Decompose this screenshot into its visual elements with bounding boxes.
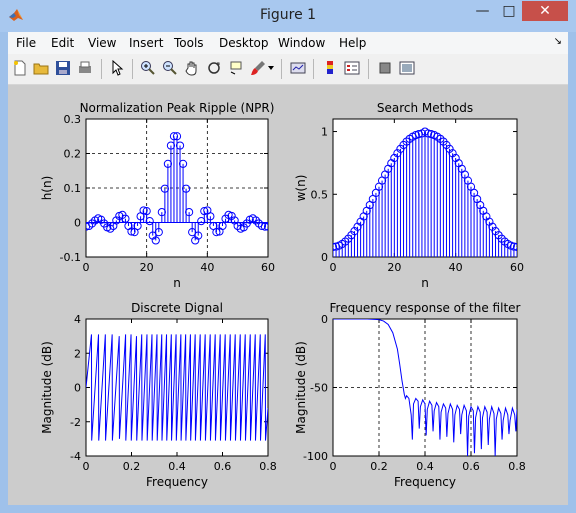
x-tick-label: 60 [510, 261, 524, 274]
menu-edit[interactable]: Edit [51, 36, 74, 50]
zoom-out-icon[interactable] [161, 59, 179, 77]
y-tick-label: 1 [321, 126, 328, 139]
figure-toolbar [8, 54, 568, 85]
y-tick-label: 0.3 [64, 113, 82, 126]
toolbar-separator [101, 59, 102, 79]
x-axis-label: n [173, 276, 181, 290]
plots-svg: 0 20 40 60-0.100.10.20.3Normalization Peak … [40, 101, 526, 489]
x-tick-label: 0.6 [214, 460, 232, 473]
axes-title: Frequency response of the filter [330, 301, 521, 315]
x-axis-label: Frequency [394, 475, 456, 489]
y-tick-label: -2 [70, 416, 81, 429]
save-icon[interactable] [54, 59, 72, 77]
x-tick-label: 0 [330, 261, 337, 274]
x-tick-label: 0.4 [416, 460, 434, 473]
link-plot-icon[interactable] [289, 59, 307, 77]
y-tick-label: 0 [321, 251, 328, 264]
menu-file[interactable]: File [16, 36, 36, 50]
colorbar-icon[interactable] [321, 59, 339, 77]
figure-window: Figure 1 — □ ✕ File Edit View Insert Too… [0, 0, 576, 513]
y-axis-label: w(n) [294, 175, 308, 202]
y-axis-label: h(n) [40, 176, 54, 201]
close-icon: ✕ [539, 3, 551, 19]
x-tick-label: 0 [83, 261, 90, 274]
x-axis-label: Frequency [146, 475, 208, 489]
data-cursor-icon[interactable] [227, 59, 245, 77]
axes-2 [332, 118, 518, 258]
x-tick-label: 0 [330, 460, 337, 473]
toolbar-separator [368, 59, 369, 79]
brush-dropdown-icon[interactable] [266, 59, 276, 77]
x-tick-label: 40 [200, 261, 214, 274]
toolbar-separator [313, 59, 314, 79]
y-tick-label: 2 [74, 347, 81, 360]
y-tick-label: 0.1 [64, 182, 82, 195]
x-tick-label: 0.8 [259, 460, 277, 473]
y-tick-label: 0 [74, 382, 81, 395]
x-tick-label: 0.6 [462, 460, 480, 473]
pointer-icon[interactable] [108, 59, 126, 77]
y-tick-label: -50 [310, 382, 328, 395]
pan-hand-icon[interactable] [183, 59, 201, 77]
maximize-icon: □ [502, 3, 516, 19]
y-tick-label: 0.5 [311, 188, 329, 201]
menu-desktop[interactable]: Desktop [219, 36, 269, 50]
x-tick-label: 0.2 [123, 460, 141, 473]
figure-canvas[interactable]: 0 20 40 60 -0.1 0 0.1 0.2 0.3 Normalization Peak … [8, 85, 568, 505]
menu-help[interactable]: Help [339, 36, 366, 50]
y-tick-label: -4 [70, 450, 81, 463]
toolbar-separator [281, 59, 282, 79]
x-tick-label: 0 [83, 460, 90, 473]
y-tick-label: 0.2 [64, 148, 82, 161]
zoom-in-icon[interactable] [139, 59, 157, 77]
x-tick-label: 0.2 [370, 460, 388, 473]
axes-title: Discrete Dignal [131, 301, 223, 315]
minimize-icon: — [475, 3, 490, 19]
legend-icon[interactable] [343, 59, 361, 77]
hide-plot-tools-icon[interactable] [376, 59, 394, 77]
menu-insert[interactable]: Insert [129, 36, 163, 50]
dock-arrow-icon[interactable]: ↘ [554, 36, 562, 47]
menu-tools[interactable]: Tools [174, 36, 204, 50]
y-tick-label: 0 [321, 313, 328, 326]
x-tick-label: 0.8 [508, 460, 526, 473]
rotate-3d-icon[interactable] [205, 59, 223, 77]
x-tick-label: 60 [261, 261, 275, 274]
y-tick-label: -0.1 [60, 251, 81, 264]
y-axis-label: Magnitude (dB) [294, 341, 308, 434]
open-file-icon[interactable] [32, 59, 50, 77]
menu-bar: File Edit View Insert Tools Desktop Wind… [8, 32, 568, 54]
minimize-button[interactable]: — [469, 1, 496, 21]
show-plot-tools-icon[interactable] [398, 59, 416, 77]
y-axis-label: Magnitude (dB) [40, 341, 54, 434]
menu-view[interactable]: View [88, 36, 116, 50]
axes-4 [332, 318, 518, 457]
axes-title: Search Methods [377, 101, 473, 115]
x-tick-label: 20 [140, 261, 154, 274]
brush-icon[interactable] [249, 59, 267, 77]
new-figure-icon[interactable] [11, 59, 29, 77]
title-bar[interactable]: Figure 1 — □ ✕ [0, 0, 576, 32]
y-tick-label: 0 [74, 217, 81, 230]
axes-3 [85, 318, 269, 457]
x-tick-label: 40 [449, 261, 463, 274]
toolbar-separator [132, 59, 133, 79]
axes-1 [85, 118, 269, 258]
menu-window[interactable]: Window [278, 36, 325, 50]
axes-title: Normalization Peak Ripple (NPR) [80, 101, 275, 115]
maximize-button[interactable]: □ [496, 1, 522, 21]
y-tick-label: 4 [74, 313, 81, 326]
x-tick-label: 0.4 [168, 460, 186, 473]
x-axis-label: n [421, 276, 429, 290]
close-button[interactable]: ✕ [522, 1, 568, 21]
y-tick-label: -100 [303, 450, 328, 463]
x-tick-label: 20 [387, 261, 401, 274]
print-icon[interactable] [76, 59, 94, 77]
